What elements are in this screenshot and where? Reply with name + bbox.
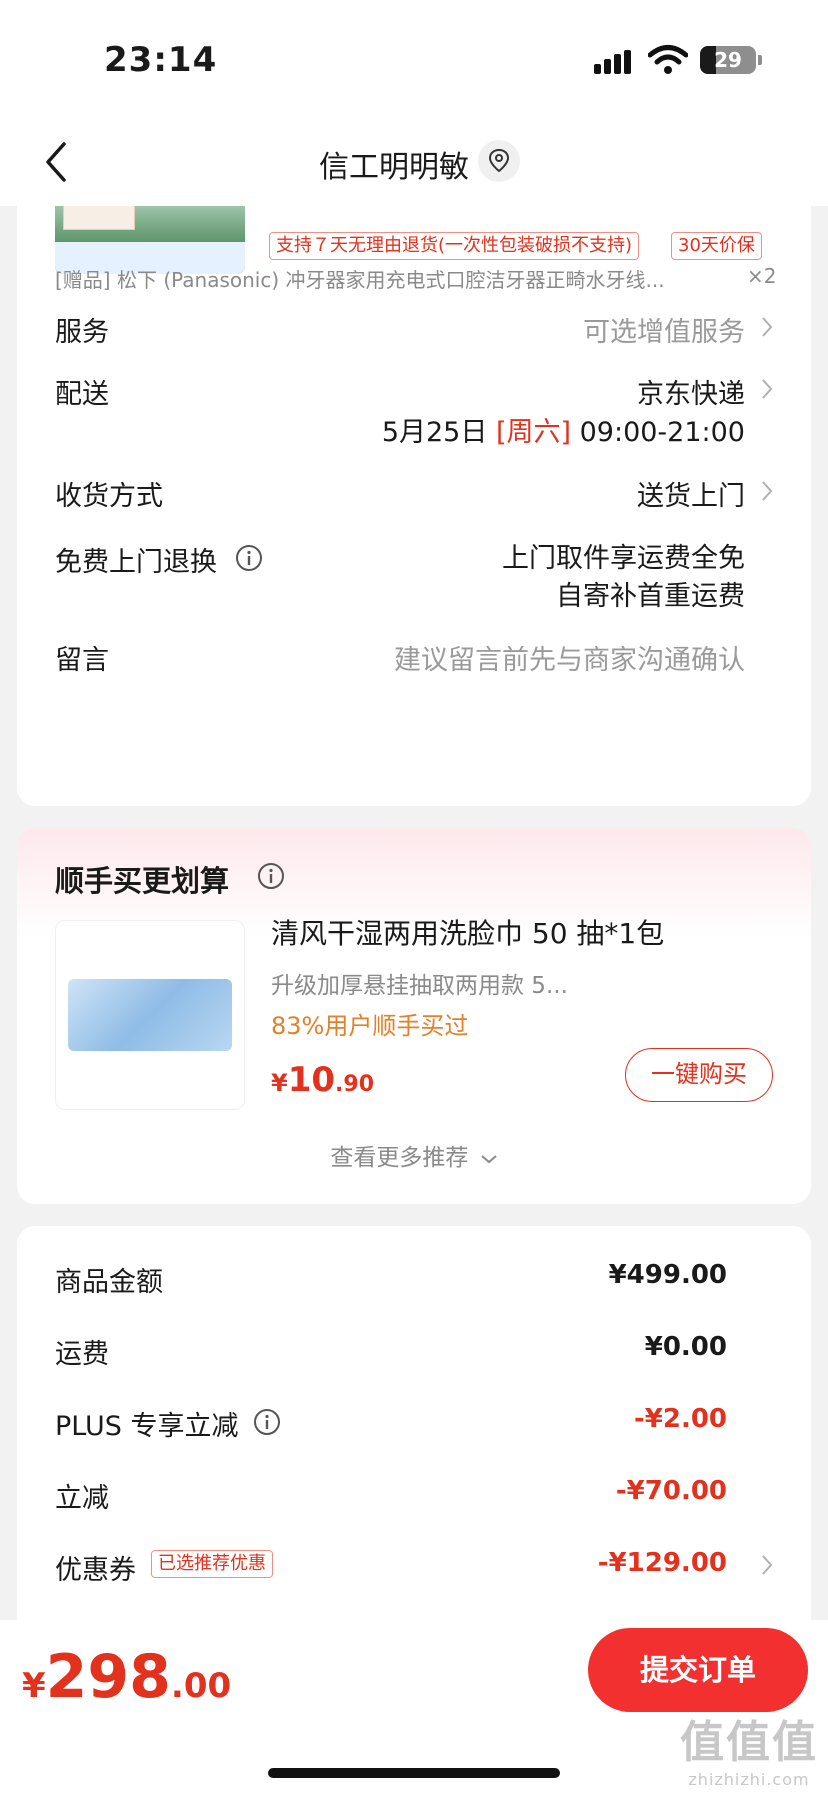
coupon-label: 优惠券 [55, 1555, 136, 1586]
delivery-value[interactable]: 京东快递 [637, 372, 745, 411]
watermark-text: 值值值 [680, 1717, 818, 1768]
buy-ratio: 83%用户顺手买过 [271, 1012, 469, 1040]
plus-discount-value: -¥2.00 [633, 1404, 727, 1434]
price-decimal: .90 [335, 1072, 375, 1097]
total-price: ¥298.00 [22, 1642, 231, 1712]
delivery-schedule[interactable]: 5月25日 [周六] 09:00-21:00 [382, 410, 745, 449]
delivery-time: 09:00-21:00 [579, 417, 745, 448]
coupon-recommend-tag: 已选推荐优惠 [151, 1550, 273, 1578]
order-detail-card: 支持７天无理由退货(一次性包装破损不支持) 30天价保 [赠品] 松下 (Pan… [17, 180, 811, 806]
receive-method-value[interactable]: 送货上门 [637, 474, 745, 513]
watermark-url: zhizhizhi.com [688, 1770, 810, 1789]
recommended-price: ¥10.90 [271, 1060, 374, 1100]
battery-indicator: 29 [700, 46, 756, 74]
nav-bar: 信工明明敏 [0, 120, 828, 206]
message-input[interactable]: 建议留言前先与商家沟通确认 [394, 638, 745, 677]
receive-method-label: 收货方式 [55, 481, 163, 512]
more-recommendations-link[interactable]: 查看更多推荐 [17, 1138, 811, 1172]
price-integer: 10 [287, 1060, 336, 1100]
goods-amount-value: ¥499.00 [608, 1260, 727, 1290]
recommended-product-desc: 升级加厚悬挂抽取两用款 5... [271, 973, 568, 999]
price-protect-tag: 30天价保 [671, 232, 762, 260]
message-label: 留言 [55, 645, 109, 676]
submit-order-button[interactable]: 提交订单 [588, 1628, 808, 1712]
battery-nub [758, 55, 762, 65]
battery-level: 29 [714, 48, 742, 72]
delivery-date: 5月25日 [381, 417, 488, 448]
status-bar: 23:14 29 [0, 0, 828, 120]
free-return-label: 免费上门退换 [55, 547, 217, 578]
checkout-bar: ¥298.00 提交订单 值值值 zhizhizhi.com [0, 1620, 828, 1796]
price-currency: ¥ [271, 1069, 288, 1097]
delivery-day: [周六] [495, 417, 572, 448]
info-icon[interactable] [257, 862, 285, 890]
signal-icon [594, 50, 631, 74]
return-policy-tag: 支持７天无理由退货(一次性包装破损不支持) [269, 232, 640, 260]
gift-quantity: ×2 [747, 264, 777, 288]
chevron-right-icon[interactable] [761, 1554, 773, 1576]
instant-discount-label: 立减 [55, 1483, 109, 1514]
recommended-product-name[interactable]: 清风干湿两用洗脸巾 50 抽*1包 [271, 912, 664, 952]
status-time: 23:14 [104, 40, 218, 80]
chevron-down-icon [481, 1154, 497, 1163]
shipping-value: ¥0.00 [644, 1332, 727, 1362]
gift-item[interactable]: [赠品] 松下 (Panasonic) 冲牙器家用充电式口腔洁牙器正畸水牙线..… [55, 264, 745, 293]
one-click-buy-button[interactable]: 一键购买 [625, 1048, 773, 1102]
product-package [68, 979, 232, 1051]
service-label: 服务 [55, 317, 109, 348]
plus-discount-label: PLUS 专享立减 [55, 1411, 239, 1442]
chevron-right-icon[interactable] [761, 316, 773, 338]
free-return-line2: 自寄补首重运费 [556, 581, 745, 612]
info-icon[interactable] [253, 1408, 281, 1436]
info-icon[interactable] [235, 544, 263, 572]
price-summary-card: 商品金额 ¥499.00 运费 ¥0.00 PLUS 专享立减 -¥2.00 立… [17, 1226, 811, 1626]
watermark-logo: 值值值 zhizhizhi.com [676, 1706, 822, 1789]
page-title: 信工明明敏 [319, 150, 469, 185]
service-value[interactable]: 可选增值服务 [583, 310, 745, 349]
chevron-right-icon[interactable] [761, 480, 773, 502]
chevron-right-icon[interactable] [761, 378, 773, 400]
shipping-label: 运费 [55, 1339, 109, 1370]
delivery-label: 配送 [55, 379, 109, 410]
recommendation-title: 顺手买更划算 [55, 864, 230, 898]
total-integer: 298 [45, 1642, 171, 1712]
goods-amount-label: 商品金额 [55, 1267, 163, 1298]
instant-discount-value: -¥70.00 [615, 1476, 727, 1506]
coupon-value[interactable]: -¥129.00 [598, 1548, 727, 1578]
wifi-icon [648, 45, 688, 74]
free-return-line1: 上门取件享运费全免 [502, 543, 745, 574]
total-decimal: .00 [170, 1666, 232, 1706]
recommended-product-image[interactable] [55, 920, 245, 1110]
more-recommendations-label: 查看更多推荐 [330, 1145, 469, 1171]
recommendation-card: 顺手买更划算 清风干湿两用洗脸巾 50 抽*1包 升级加厚悬挂抽取两用款 5..… [17, 828, 811, 1204]
location-icon[interactable] [478, 140, 520, 182]
total-currency: ¥ [22, 1666, 46, 1706]
home-indicator[interactable] [268, 1768, 560, 1778]
